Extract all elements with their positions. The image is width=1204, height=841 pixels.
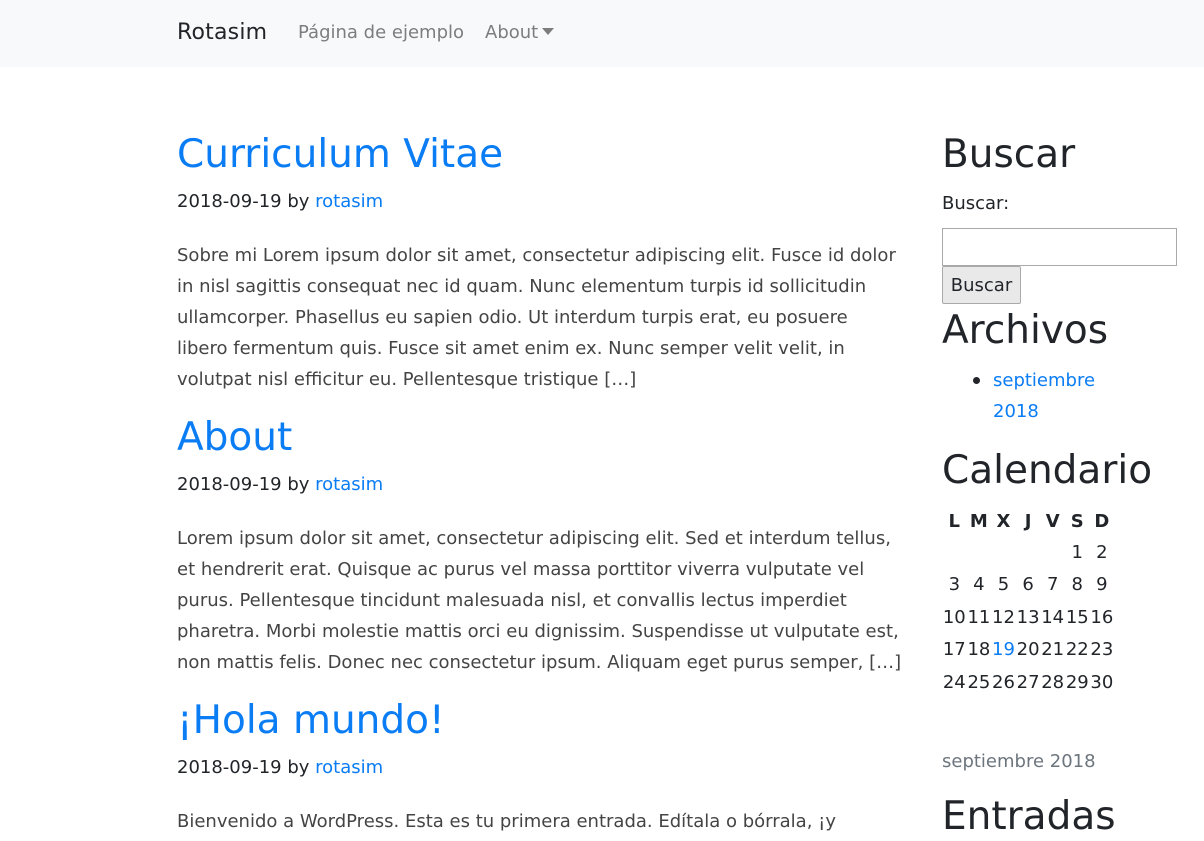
nav-link-about-dropdown[interactable]: About xyxy=(485,22,555,44)
calendar-caption: septiembre 2018 xyxy=(942,751,1096,772)
recent-posts-widget-title: Entradas xyxy=(942,794,1116,839)
calendar-empty-cell xyxy=(991,536,1016,569)
post-date: 2018-09-19 xyxy=(177,191,282,212)
calendar-day: 25 xyxy=(967,671,991,693)
post-by: by xyxy=(287,191,310,212)
calendar-day-link[interactable]: 19 xyxy=(991,634,1016,667)
archive-link-september-2018[interactable]: septiembre 2018 xyxy=(993,370,1095,422)
calendar-day: 15 xyxy=(1065,606,1089,628)
post-excerpt: Sobre mi Lorem ipsum dolor sit amet, con… xyxy=(177,245,896,390)
post-excerpt: Bienvenido a WordPress. Esta es tu prime… xyxy=(177,811,837,832)
list-item: septiembre 2018 xyxy=(973,365,1143,427)
calendar-day: 14 xyxy=(1041,606,1065,628)
nav-link-about-label: About xyxy=(485,22,539,43)
calendar-empty-cell xyxy=(942,536,967,569)
calendar-day: 23 xyxy=(1090,639,1114,661)
calendar-week-row: 12 xyxy=(942,536,1114,569)
post-meta: 2018-09-19 by rotasim xyxy=(177,191,905,213)
calendar-day-header: D xyxy=(1094,510,1110,532)
search-label: Buscar: xyxy=(942,193,1010,214)
post-author-link[interactable]: rotasim xyxy=(315,757,383,778)
calendar-empty-cell xyxy=(1040,536,1065,569)
calendar-day: 16 xyxy=(1090,606,1114,628)
archives-list: septiembre 2018 xyxy=(973,365,1143,427)
calendar-day: 10 xyxy=(942,606,966,628)
calendar-week-row: 17 18 19 20 21 22 23 xyxy=(942,634,1114,667)
post-meta: 2018-09-19 by rotasim xyxy=(177,757,905,779)
calendar-day: 28 xyxy=(1041,671,1065,693)
calendar-week-row: 24 25 26 27 28 29 30 xyxy=(942,666,1114,699)
calendar-week-row: 10 11 12 13 14 15 16 xyxy=(942,601,1114,634)
caret-down-icon xyxy=(542,28,555,35)
calendar-day: 29 xyxy=(1065,671,1089,693)
calendar-day: 30 xyxy=(1090,671,1114,693)
post-by: by xyxy=(287,757,310,778)
calendar-day: 24 xyxy=(942,671,966,693)
calendar-day: 17 xyxy=(942,639,966,661)
calendar-day-header: S xyxy=(1070,510,1084,532)
calendar-day: 22 xyxy=(1065,639,1089,661)
post-author-link[interactable]: rotasim xyxy=(315,191,383,212)
post-meta: 2018-09-19 by rotasim xyxy=(177,474,905,496)
post-author-link[interactable]: rotasim xyxy=(315,474,383,495)
calendar-day: 1 xyxy=(1071,541,1083,563)
calendar-day: 3 xyxy=(948,574,961,596)
search-button[interactable]: Buscar xyxy=(942,266,1021,304)
calendar-day: 11 xyxy=(967,606,991,628)
calendar-day: 8 xyxy=(1071,574,1083,596)
post-title-link[interactable]: About xyxy=(177,414,905,462)
calendar-day: 6 xyxy=(1022,574,1034,596)
calendar-widget-title: Calendario xyxy=(942,448,1153,493)
calendar-day: 2 xyxy=(1096,541,1108,563)
calendar-day: 13 xyxy=(1016,606,1040,628)
post-title-link[interactable]: Curriculum Vitae xyxy=(177,131,905,179)
calendar-day: 20 xyxy=(1016,639,1040,661)
calendar-body: 1 2 3 4 5 6 7 8 9 10 11 12 13 14 15 16 17 18 19 20 21 22 23 24 2… xyxy=(942,536,1114,699)
calendar-day: 5 xyxy=(997,574,1010,596)
post-excerpt: Lorem ipsum dolor sit amet, consectetur … xyxy=(177,528,902,673)
calendar-day: 27 xyxy=(1016,671,1040,693)
calendar-empty-cell xyxy=(967,536,992,569)
archives-widget-title: Archivos xyxy=(942,308,1109,353)
calendar-day-header: V xyxy=(1045,510,1060,532)
post-item: About 2018-09-19 by rotasim Lorem ipsum … xyxy=(177,414,905,678)
post-item: Curriculum Vitae 2018-09-19 by rotasim S… xyxy=(177,131,905,395)
calendar-day-header: J xyxy=(1024,510,1032,532)
calendar-day: 7 xyxy=(1046,574,1059,596)
post-date: 2018-09-19 xyxy=(177,757,282,778)
post-item: ¡Hola mundo! 2018-09-19 by rotasim Bienv… xyxy=(177,697,905,837)
post-date: 2018-09-19 xyxy=(177,474,282,495)
calendar-day: 9 xyxy=(1096,574,1108,596)
calendar-day-header: X xyxy=(996,510,1011,532)
post-title-link[interactable]: ¡Hola mundo! xyxy=(177,697,905,745)
calendar-table: L M X J V S D 1 2 3 4 5 6 7 8 9 10 11 12 13 14 15 16 17 1… xyxy=(942,506,1114,699)
calendar-week-row: 3456789 xyxy=(942,569,1114,602)
calendar-day: 18 xyxy=(967,639,991,661)
calendar-day-header: M xyxy=(969,510,988,532)
navbar: Rotasim Página de ejemplo About xyxy=(0,0,1204,67)
search-input[interactable] xyxy=(942,228,1177,266)
brand-link[interactable]: Rotasim xyxy=(177,19,267,47)
search-widget-title: Buscar xyxy=(942,132,1076,177)
nav-link-sample-page[interactable]: Página de ejemplo xyxy=(298,22,464,44)
calendar-header-row: L M X J V S D xyxy=(942,506,1114,536)
calendar-day: 4 xyxy=(973,574,985,596)
calendar-day: 26 xyxy=(992,671,1015,693)
calendar-day-header: L xyxy=(948,510,961,532)
calendar-day: 12 xyxy=(992,606,1015,628)
post-by: by xyxy=(287,474,310,495)
calendar-empty-cell xyxy=(1016,536,1041,569)
calendar-day: 21 xyxy=(1041,639,1065,661)
